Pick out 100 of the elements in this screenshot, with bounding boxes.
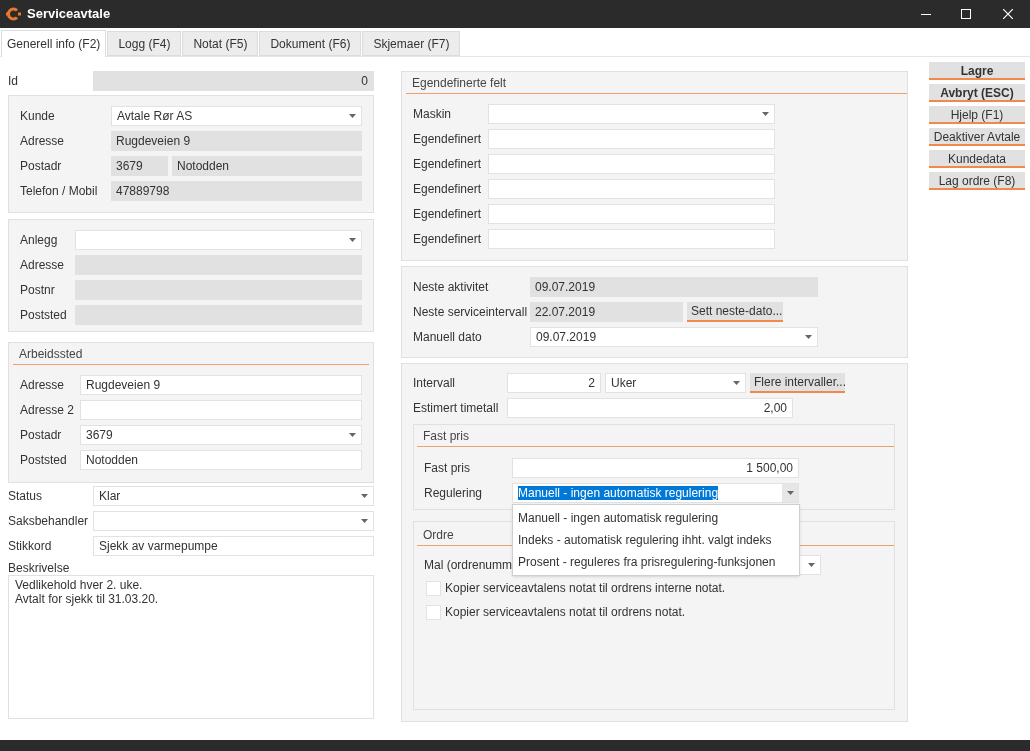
tab[interactable]: Dokument (F6) — [259, 31, 362, 56]
text-field[interactable] — [488, 179, 775, 199]
field-label: Stikkord — [8, 538, 53, 555]
field-label: Egendefinert — [413, 131, 483, 148]
field-label: Adresse 2 — [20, 402, 76, 419]
readonly-field: Notodden — [172, 156, 362, 176]
group-header: Arbeidssted — [13, 343, 369, 365]
text-field[interactable]: Sjekk av varmepumpe — [93, 536, 374, 556]
dropdown-caret-icon — [805, 335, 812, 339]
dropdown-field[interactable]: Manuell - ingen automatisk regulering — [512, 483, 799, 503]
number-field[interactable]: 2,00 — [507, 398, 793, 418]
field-label: Intervall — [413, 375, 457, 392]
field-label: Postnr — [20, 282, 56, 299]
description-line: Vedlikehold hver 2. uke. — [15, 578, 144, 592]
description-textarea[interactable]: Vedlikehold hver 2. uke. Avtalt for sjekk til 31.03.20. — [8, 575, 374, 719]
dropdown-caret-icon — [349, 433, 356, 437]
dropdown-caret-icon — [786, 491, 794, 495]
text-field[interactable] — [488, 229, 775, 249]
action-button[interactable]: Flere intervaller... — [750, 373, 845, 393]
field-label: Manuell dato — [413, 329, 483, 346]
field-label: Fast pris — [424, 460, 471, 477]
field-label: Adresse — [20, 257, 66, 274]
app-logo-icon — [6, 7, 21, 21]
group-header: Fast pris — [417, 425, 894, 447]
readonly-field: 0 — [93, 71, 374, 91]
minimize-icon — [921, 13, 931, 15]
field-label: Regulering — [424, 485, 484, 502]
checkbox[interactable] — [426, 604, 441, 620]
dropdown-field[interactable] — [93, 511, 374, 531]
action-button[interactable]: Sett neste-dato... — [687, 302, 783, 322]
text-field[interactable]: Rugdeveien 9 — [80, 375, 362, 395]
dropdown-field[interactable]: Uker — [605, 373, 746, 393]
field-label: Telefon / Mobil — [20, 183, 99, 200]
dropdown-field[interactable]: 09.07.2019 — [530, 327, 818, 347]
dropdown-field[interactable]: 3679 — [80, 425, 362, 445]
action-button[interactable]: Lag ordre (F8) — [929, 172, 1025, 190]
description-line: Avtalt for sjekk til 31.03.20. — [15, 592, 160, 606]
field-label: Estimert timetall — [413, 400, 500, 417]
readonly-field: 22.07.2019 — [530, 302, 683, 322]
dropdown-caret-icon — [349, 114, 356, 118]
field-label: Poststed — [20, 452, 68, 469]
tab[interactable]: Logg (F4) — [107, 31, 182, 56]
action-button[interactable]: Hjelp (F1) — [929, 106, 1025, 124]
dropdown-caret-icon — [808, 563, 815, 567]
window-title: Serviceavtale — [27, 5, 111, 24]
field-label: Anlegg — [20, 232, 59, 249]
field-label: Neste aktivitet — [413, 279, 490, 296]
dropdown-option[interactable]: Manuell - ingen automatisk regulering — [513, 507, 799, 529]
field-label: Status — [8, 488, 44, 505]
tab[interactable]: Notat (F5) — [182, 31, 259, 56]
field-label: Poststed — [20, 307, 68, 324]
dropdown-option[interactable]: Prosent - reguleres fra prisregulering-funksjonen — [513, 551, 799, 573]
action-button[interactable]: Lagre — [929, 62, 1025, 80]
text-field[interactable] — [488, 204, 775, 224]
action-button[interactable]: Avbryt (ESC) — [929, 84, 1025, 102]
dropdown-caret-icon — [733, 381, 740, 385]
readonly-field: 09.07.2019 — [530, 277, 818, 297]
dropdown-field[interactable] — [488, 104, 775, 124]
text-field[interactable]: Notodden — [80, 450, 362, 470]
field-label: Id — [8, 73, 19, 90]
maximize-icon — [961, 9, 971, 19]
readonly-field: 47889798 — [111, 181, 362, 201]
field-label: Egendefinert — [413, 181, 483, 198]
checkbox[interactable] — [426, 580, 441, 596]
dropdown-field[interactable] — [75, 230, 362, 250]
dropdown-caret-icon — [762, 112, 769, 116]
tab[interactable]: Generell info (F2) — [1, 30, 107, 57]
field-label: Postadr — [20, 158, 63, 175]
checkbox-label: Kopier serviceavtalens notat til ordrens notat. — [445, 604, 686, 621]
field-label: Postadr — [20, 427, 63, 444]
dropdown-caret-icon — [361, 519, 368, 523]
dropdown-option[interactable]: Indeks - automatisk regulering ihht. valgt indeks — [513, 529, 799, 551]
field-label: Kunde — [20, 108, 56, 125]
number-field[interactable]: 2 — [507, 373, 601, 393]
checkbox-label: Kopier serviceavtalens notat til ordrens interne notat. — [445, 580, 726, 597]
dropdown-field[interactable]: Klar — [93, 486, 374, 506]
text-field[interactable] — [488, 129, 775, 149]
group-header: Egendefinerte felt — [406, 72, 907, 94]
readonly-field: Rugdeveien 9 — [111, 131, 362, 151]
text-field[interactable] — [80, 400, 362, 420]
field-label: Adresse — [20, 133, 66, 150]
close-icon — [1003, 9, 1013, 19]
action-button[interactable]: Deaktiver Avtale — [929, 128, 1025, 146]
dropdown-caret-icon — [349, 238, 356, 242]
number-field[interactable]: 1 500,00 — [512, 458, 799, 478]
field-label: Egendefinert — [413, 206, 483, 223]
text-field[interactable] — [488, 154, 775, 174]
dropdown-field[interactable]: Avtale Rør AS — [111, 106, 362, 126]
field-label: Saksbehandler — [8, 513, 90, 530]
field-label: Neste serviceintervall — [413, 304, 529, 321]
dropdown-caret-icon — [361, 494, 368, 498]
field-label: Egendefinert — [413, 231, 483, 248]
field-label: Adresse — [20, 377, 66, 394]
field-label: Maskin — [413, 106, 452, 123]
readonly-field: 3679 — [111, 156, 168, 176]
tab[interactable]: Skjemaer (F7) — [362, 31, 461, 56]
field-label: Beskrivelse — [8, 560, 71, 575]
field-label: Egendefinert — [413, 156, 483, 173]
selected-text: Manuell - ingen automatisk regulering — [518, 485, 720, 502]
action-button[interactable]: Kundedata — [929, 150, 1025, 168]
